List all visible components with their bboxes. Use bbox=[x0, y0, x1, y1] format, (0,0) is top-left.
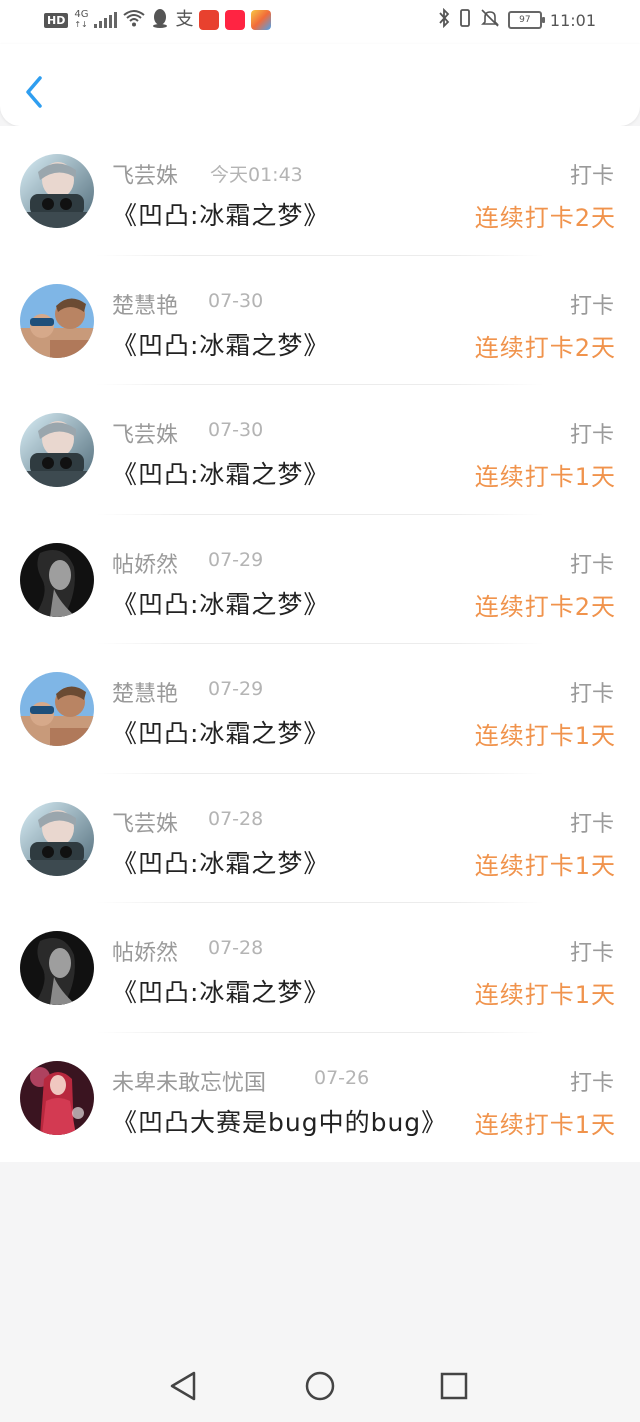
book-title[interactable]: 《凹凸:冰霜之梦》 bbox=[112, 196, 329, 232]
status-bar: HD 4G ↑↓ 支 97 11:01 bbox=[0, 0, 640, 44]
user-name[interactable]: 飞芸姝 bbox=[112, 158, 178, 190]
list-item[interactable]: 帖娇然 07-28 《凹凸:冰霜之梦》 打卡 连续打卡1天 bbox=[0, 903, 640, 1033]
streak-label: 连续打卡1天 bbox=[474, 981, 616, 1009]
avatar[interactable] bbox=[20, 413, 94, 487]
qq-icon bbox=[151, 8, 169, 32]
network-type: 4G bbox=[74, 9, 89, 20]
book-title[interactable]: 《凹凸:冰霜之梦》 bbox=[112, 455, 329, 491]
user-name[interactable]: 飞芸姝 bbox=[112, 806, 178, 838]
status-left: HD 4G ↑↓ 支 bbox=[44, 8, 272, 32]
checkin-date: 07-28 bbox=[208, 807, 264, 830]
checkin-tag: 打卡 bbox=[569, 941, 614, 966]
back-button[interactable] bbox=[18, 72, 52, 112]
checkin-tag: 打卡 bbox=[569, 1070, 614, 1096]
bluetooth-icon bbox=[438, 7, 450, 32]
app-red-icon bbox=[199, 10, 220, 30]
list-item[interactable]: 帖娇然 07-29 《凹凸:冰霜之梦》 打卡 连续打卡2天 bbox=[0, 515, 640, 644]
streak-label: 连续打卡1天 bbox=[474, 851, 616, 880]
book-title[interactable]: 《凹凸:冰霜之梦》 bbox=[112, 844, 329, 880]
user-name[interactable]: 楚慧艳 bbox=[112, 676, 178, 708]
checkin-tag: 打卡 bbox=[569, 164, 614, 189]
list-item[interactable]: 飞芸姝 07-30 《凹凸:冰霜之梦》 打卡 连续打卡1天 bbox=[0, 385, 640, 515]
checkin-tag: 打卡 bbox=[569, 811, 614, 837]
chevron-left-icon bbox=[26, 76, 42, 108]
list-item[interactable]: 楚慧艳 07-30 《凹凸:冰霜之梦》 打卡 连续打卡2天 bbox=[0, 256, 640, 385]
mute-icon bbox=[480, 8, 500, 32]
app-yellow-icon bbox=[251, 10, 272, 30]
user-name[interactable]: 帖娇然 bbox=[112, 547, 178, 579]
vibrate-icon bbox=[458, 8, 472, 32]
checkin-date: 07-29 bbox=[208, 678, 264, 700]
avatar[interactable] bbox=[20, 1060, 94, 1135]
avatar[interactable] bbox=[20, 154, 94, 228]
checkin-date: 07-29 bbox=[208, 548, 264, 571]
streak-label: 连续打卡2天 bbox=[474, 333, 616, 362]
avatar[interactable] bbox=[20, 801, 94, 876]
nav-home-button[interactable] bbox=[302, 1368, 338, 1404]
user-name[interactable]: 飞芸姝 bbox=[112, 417, 178, 449]
book-title[interactable]: 《凹凸:冰霜之梦》 bbox=[112, 714, 329, 750]
avatar[interactable] bbox=[20, 542, 94, 617]
hd-badge: HD bbox=[44, 12, 69, 28]
status-right: 97 11:01 bbox=[438, 7, 596, 32]
checkin-date: 今天01:43 bbox=[210, 164, 303, 186]
network-sub: ↑↓ bbox=[74, 20, 88, 29]
avatar[interactable] bbox=[20, 672, 94, 746]
user-name[interactable]: 楚慧艳 bbox=[112, 288, 178, 320]
status-time: 11:01 bbox=[549, 10, 596, 30]
avatar[interactable] bbox=[20, 283, 94, 358]
checkin-date: 07-26 bbox=[314, 1066, 370, 1089]
list-item[interactable]: 楚慧艳 07-29 《凹凸:冰霜之梦》 打卡 连续打卡1天 bbox=[0, 644, 640, 774]
avatar[interactable] bbox=[20, 931, 94, 1005]
list-item[interactable]: 飞芸姝 今天01:43 《凹凸:冰霜之梦》 打卡 连续打卡2天 bbox=[0, 126, 640, 256]
streak-label: 连续打卡2天 bbox=[474, 592, 616, 621]
list-item[interactable]: 未卑未敢忘忧国 07-26 《凹凸大赛是bug中的bug》 打卡 连续打卡1天 bbox=[0, 1033, 640, 1163]
app-xiaohongshu-icon bbox=[225, 10, 246, 30]
checkin-tag: 打卡 bbox=[569, 293, 614, 319]
book-title[interactable]: 《凹凸:冰霜之梦》 bbox=[112, 973, 329, 1009]
checkin-date: 07-30 bbox=[208, 419, 264, 441]
streak-label: 连续打卡1天 bbox=[474, 1110, 616, 1139]
nav-back-button[interactable] bbox=[166, 1368, 202, 1404]
network-indicator: 4G ↑↓ bbox=[74, 10, 88, 30]
back-triangle-icon bbox=[170, 1371, 196, 1401]
wifi-icon bbox=[123, 9, 146, 31]
user-name[interactable]: 未卑未敢忘忧国 bbox=[112, 1065, 266, 1097]
signal-icon bbox=[94, 12, 118, 28]
alipay-icon: 支 bbox=[175, 9, 194, 30]
header bbox=[0, 44, 640, 126]
book-title[interactable]: 《凹凸大赛是bug中的bug》 bbox=[112, 1103, 447, 1139]
system-navbar bbox=[0, 1350, 640, 1422]
book-title[interactable]: 《凹凸:冰霜之梦》 bbox=[112, 585, 329, 621]
checkin-tag: 打卡 bbox=[569, 682, 614, 707]
user-name[interactable]: 帖娇然 bbox=[112, 935, 178, 967]
list-item[interactable]: 飞芸姝 07-28 《凹凸:冰霜之梦》 打卡 连续打卡1天 bbox=[0, 774, 640, 903]
checkin-date: 07-30 bbox=[208, 289, 264, 312]
checkin-date: 07-28 bbox=[208, 937, 264, 959]
screen: HD 4G ↑↓ 支 97 11:01 飞芸姝 今天01:43 《凹凸:冰霜之梦… bbox=[0, 0, 640, 1422]
checkin-list: 飞芸姝 今天01:43 《凹凸:冰霜之梦》 打卡 连续打卡2天 楚慧艳 07-3… bbox=[0, 126, 640, 1162]
streak-label: 连续打卡1天 bbox=[474, 463, 616, 491]
streak-label: 连续打卡2天 bbox=[474, 204, 616, 232]
book-title[interactable]: 《凹凸:冰霜之梦》 bbox=[112, 326, 329, 362]
nav-recents-button[interactable] bbox=[436, 1368, 472, 1404]
checkin-tag: 打卡 bbox=[569, 552, 614, 578]
home-circle-icon bbox=[305, 1371, 335, 1401]
streak-label: 连续打卡1天 bbox=[474, 722, 616, 750]
checkin-tag: 打卡 bbox=[569, 423, 614, 448]
battery-icon: 97 bbox=[507, 11, 545, 29]
recents-square-icon bbox=[440, 1372, 468, 1400]
